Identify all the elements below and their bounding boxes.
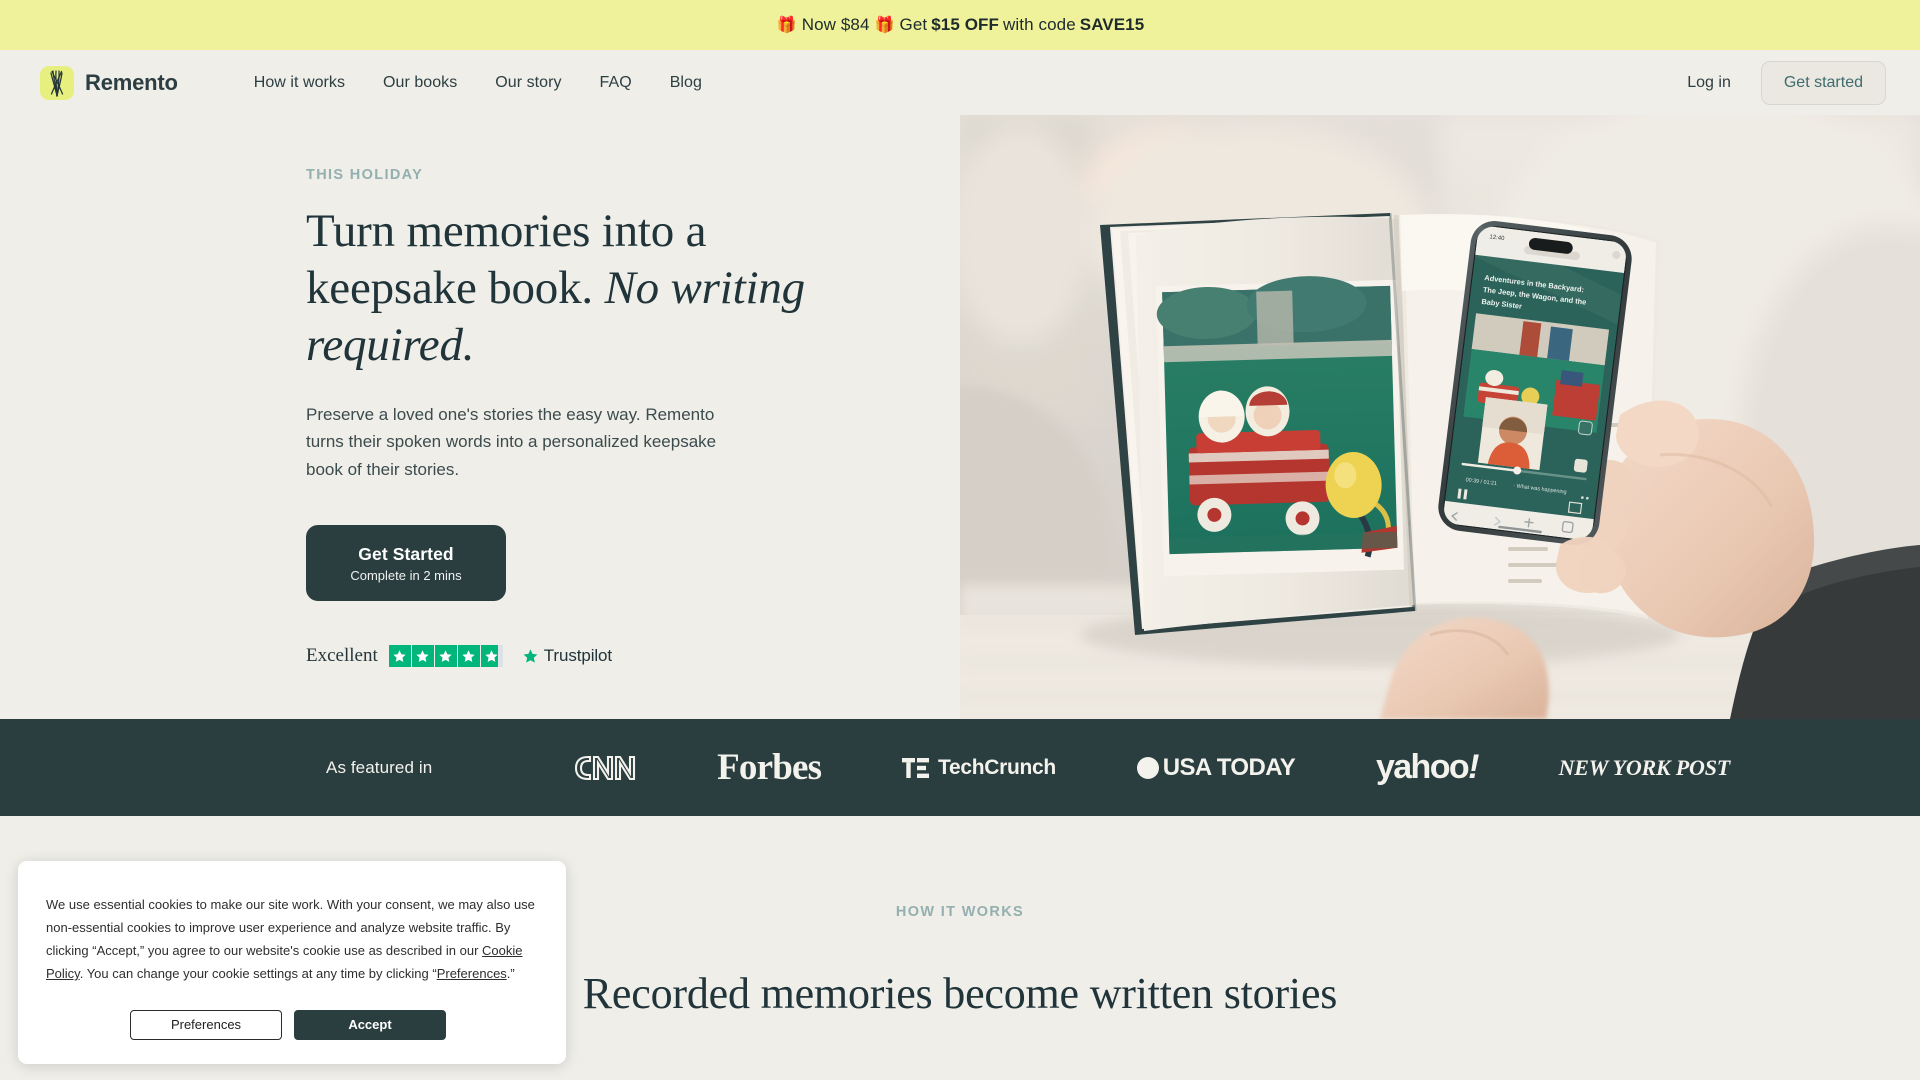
brand-name: Remento [85, 69, 178, 95]
announcement-offer-middle: with code [1003, 15, 1076, 34]
trustpilot-stars [388, 645, 503, 668]
cookie-banner-text: We use essential cookies to make our sit… [46, 893, 538, 986]
gift-icon: 🎁 [874, 17, 895, 34]
hero-content: THIS HOLIDAY Turn memories into a keepsa… [0, 115, 960, 719]
cookie-preferences-link[interactable]: Preferences [437, 966, 507, 981]
usatoday-logo-icon: USA TODAY [1136, 754, 1296, 782]
nav-item-our-books[interactable]: Our books [383, 74, 457, 92]
announcement-offer-prefix: Get [899, 15, 928, 34]
cookie-text-part3: .” [506, 966, 515, 982]
star-icon [388, 645, 411, 668]
hero-subtitle: Preserve a loved one's stories the easy … [306, 404, 717, 479]
press-logo-list: Forbes TechCrunch USA TODAY yahoo! NEW Y… [432, 746, 1730, 789]
cookie-accept-button[interactable]: Accept [294, 1009, 446, 1040]
press-label: As featured in [326, 757, 433, 777]
star-icon [457, 645, 480, 668]
site-header: Remento How it works Our books Our story… [0, 50, 1920, 115]
get-started-button[interactable]: Get started [1760, 60, 1886, 105]
brand-logo-link[interactable]: Remento [40, 65, 178, 100]
cookie-banner-actions: Preferences Accept [46, 1009, 538, 1040]
cookie-preferences-button[interactable]: Preferences [130, 1009, 282, 1040]
press-bar: As featured in Forbes TechCrunch USA TOD… [0, 719, 1920, 816]
announcement-price: Now $84 [801, 15, 870, 34]
trustpilot-star-icon [523, 649, 538, 663]
gift-icon: 🎁 [776, 17, 797, 34]
main-nav: How it works Our books Our story FAQ Blo… [254, 74, 702, 92]
trustpilot-brand: Trustpilot [522, 646, 612, 666]
header-actions: Log in Get started [1675, 60, 1886, 105]
forbes-logo-icon: Forbes [717, 747, 822, 788]
hero-section: THIS HOLIDAY Turn memories into a keepsa… [0, 115, 1920, 719]
trustpilot-rating-word: Excellent [306, 645, 378, 667]
trustpilot-rating[interactable]: Excellent Trustpilot [306, 645, 960, 668]
announcement-offer-amount: $15 OFF [931, 15, 1000, 34]
nypost-logo-icon: NEW YORK POST [1558, 754, 1731, 780]
nav-item-our-story[interactable]: Our story [495, 74, 561, 92]
hero-eyebrow: THIS HOLIDAY [306, 166, 424, 183]
star-icon [411, 645, 434, 668]
announcement-bar[interactable]: 🎁 Now $84 🎁 Get $15 OFF with code SAVE15 [0, 0, 1920, 50]
hero-photo-illustration: 12:40 Adventures in the Backyard: The Je… [960, 115, 1920, 719]
trustpilot-brand-label: Trustpilot [543, 646, 613, 666]
hero-get-started-button[interactable]: Get Started Complete in 2 mins [306, 525, 506, 602]
cnn-logo-icon [572, 751, 636, 785]
star-icon-partial [480, 645, 503, 668]
hero-cta-primary-label: Get Started [358, 543, 454, 564]
cookie-consent-banner: We use essential cookies to make our sit… [18, 861, 566, 1064]
login-link[interactable]: Log in [1675, 68, 1743, 98]
announcement-promo-code: SAVE15 [1079, 15, 1145, 34]
techcrunch-logo-icon: TechCrunch [901, 756, 1056, 780]
nav-item-faq[interactable]: FAQ [600, 74, 632, 92]
star-icon [434, 645, 457, 668]
remento-wheat-logo-icon [40, 65, 74, 100]
cookie-text-part1: We use essential cookies to make our sit… [46, 897, 535, 959]
yahoo-logo-icon: yahoo! [1375, 748, 1479, 786]
cookie-text-part2: . You can change your cookie settings at… [79, 966, 437, 982]
hero-title: Turn memories into a keepsake book. No w… [306, 203, 876, 375]
hero-image: 12:40 Adventures in the Backyard: The Je… [960, 115, 1920, 719]
nav-item-how-it-works[interactable]: How it works [254, 74, 345, 92]
hero-cta-secondary-label: Complete in 2 mins [350, 567, 462, 583]
hero-title-line2: book. [488, 262, 593, 315]
nav-item-blog[interactable]: Blog [670, 74, 702, 92]
